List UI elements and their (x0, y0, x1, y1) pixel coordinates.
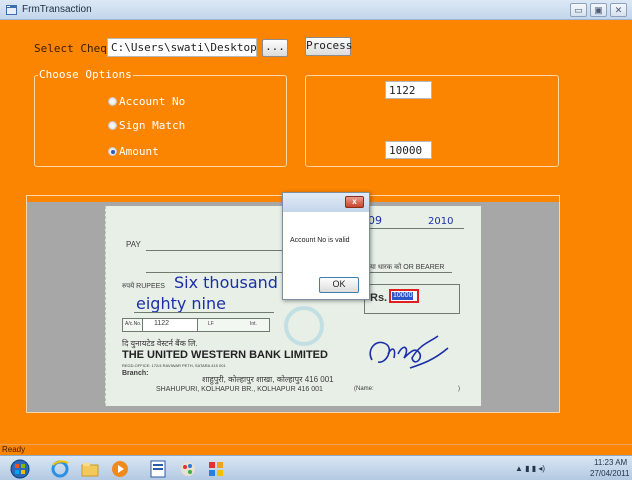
media-player-icon[interactable] (110, 459, 130, 479)
date-underline (364, 228, 464, 229)
radio-sign-match[interactable] (108, 121, 117, 130)
clock-date[interactable]: 27/04/2011 (590, 469, 629, 478)
status-text: Ready (2, 445, 26, 454)
branch-label: Branch: (122, 370, 149, 377)
watermark-logo (284, 306, 324, 346)
browse-button[interactable]: ... (262, 39, 288, 57)
bank-name-hindi: दि युनायटेड वेस्टर्न बैंक लि. (122, 339, 198, 348)
document-app-icon[interactable] (148, 459, 168, 479)
amount-value-field[interactable]: 10000 (385, 141, 432, 159)
lf-label: LF (208, 321, 214, 327)
internet-explorer-icon[interactable] (50, 459, 70, 479)
account-no-value-field[interactable]: 1122 (385, 81, 432, 99)
taskbar: ▲ ▮ ▮ ◂) 11:23 AM 27/04/2011 (0, 455, 632, 480)
radio-account-no[interactable] (108, 97, 117, 106)
int-label: Int. (250, 321, 257, 327)
branch-hindi: शाहुपुरी, कोल्हापुर शाखा, कोल्हापुर 416 … (202, 375, 334, 384)
dialog-ok-button[interactable]: OK (319, 277, 359, 293)
paint-app-icon[interactable] (178, 459, 198, 479)
bank-name: THE UNITED WESTERN BANK LIMITED (122, 349, 328, 361)
window-titlebar: FrmTransaction ▭ ▣ ✕ (0, 0, 632, 20)
cheque-rs-label: Rs. (370, 292, 388, 304)
radio-sign-match-label[interactable]: Sign Match (119, 119, 185, 132)
minimize-button[interactable]: ▭ (570, 3, 587, 17)
name-close: ) (458, 386, 460, 392)
acno-label: A/c.No. (125, 321, 142, 327)
cheque-amount-words-2: eighty nine (136, 294, 226, 313)
status-bar: Ready (0, 444, 632, 455)
acno-value: 1122 (154, 320, 170, 327)
clock-time[interactable]: 11:23 AM (594, 458, 627, 467)
detected-amount-text: 10000 (392, 292, 414, 300)
process-button[interactable]: Process (305, 37, 352, 56)
regd-office: REGD.OFFICE: 172/4 RAVIWAR PETH, SATARA … (122, 363, 226, 368)
running-app-icon[interactable] (206, 459, 226, 479)
radio-amount-label[interactable]: Amount (119, 145, 159, 158)
close-window-button[interactable]: ✕ (610, 3, 627, 17)
app-icon (6, 5, 17, 15)
tray-icons[interactable]: ▲ ▮ ▮ ◂) (515, 464, 545, 473)
cheque-bearer-label: या धारक को OR BEARER (370, 264, 445, 271)
cheque-pay-label: PAY (126, 240, 141, 249)
branch-english: SHAHUPURI, KOLHAPUR BR., KOLHAPUR 416 00… (156, 386, 323, 393)
name-label: (Name: (354, 386, 374, 392)
acno-field (142, 319, 198, 331)
cheque-date-day: 09 (368, 214, 382, 227)
cheque-rupees-label: रुपये RUPEES (122, 283, 165, 290)
radio-account-no-label[interactable]: Account No (119, 95, 185, 108)
radio-amount[interactable] (108, 147, 117, 156)
signature-image (369, 335, 449, 369)
cheque-date-year: 2010 (428, 216, 454, 227)
start-button-icon[interactable] (10, 459, 30, 479)
maximize-button[interactable]: ▣ (590, 3, 607, 17)
window-title: FrmTransaction (22, 4, 92, 15)
message-dialog: x Account No is valid OK (282, 192, 370, 300)
values-group (305, 75, 559, 167)
dialog-close-button[interactable]: x (345, 196, 364, 208)
dialog-message: Account No is valid (290, 237, 350, 244)
cheque-path-input[interactable]: C:\Users\swati\Desktop\aa. (107, 38, 257, 57)
detected-amount-box: 10000 (389, 289, 419, 303)
words-underline (134, 312, 274, 313)
choose-options-label: Choose Options (38, 68, 133, 81)
file-explorer-icon[interactable] (80, 459, 100, 479)
